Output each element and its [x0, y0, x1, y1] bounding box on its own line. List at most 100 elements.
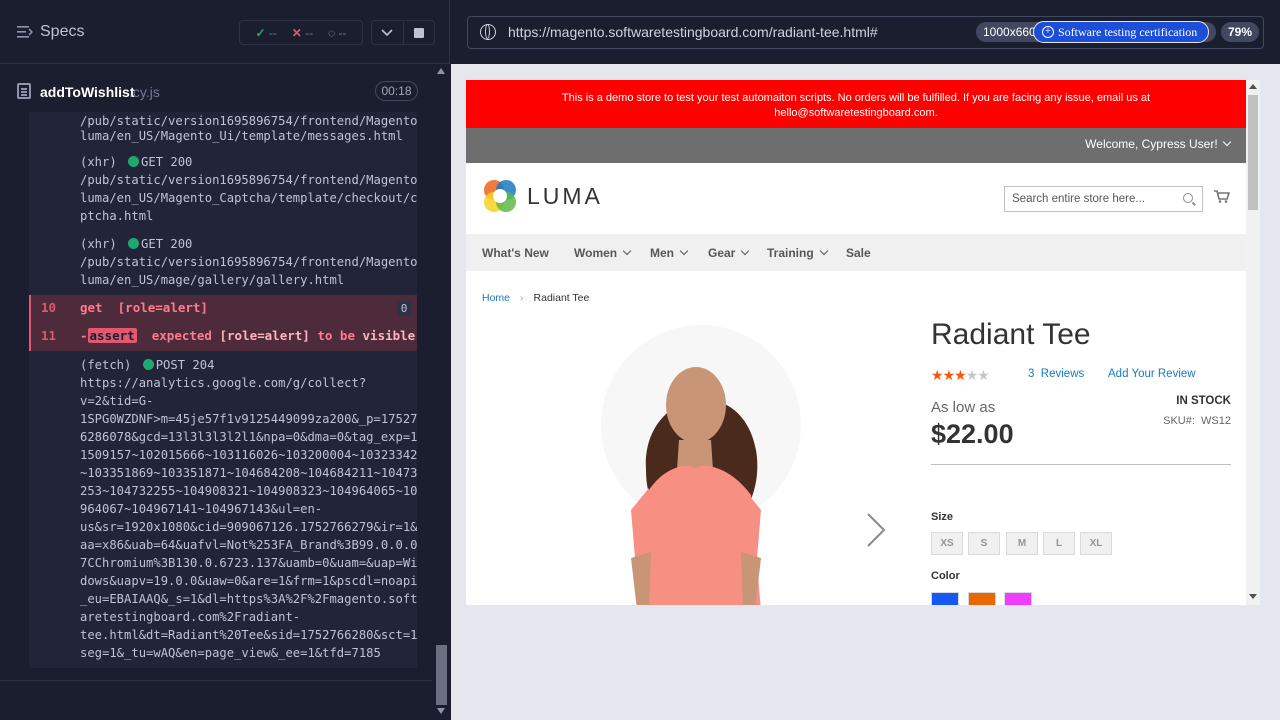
- nav-label: Women: [574, 246, 618, 260]
- star-empty-icon: ★: [977, 367, 990, 383]
- command-number: 11: [41, 328, 57, 343]
- log-scrollbar[interactable]: [433, 64, 450, 720]
- chevron-down-icon: [819, 246, 828, 256]
- color-swatch-purple[interactable]: [1004, 592, 1032, 605]
- xhr-kind: (xhr): [80, 237, 117, 251]
- specs-list-icon[interactable]: [17, 25, 33, 39]
- pending-count: --: [338, 25, 347, 40]
- reviews-link[interactable]: 3 Reviews: [1028, 368, 1084, 380]
- nav-label: Training: [767, 246, 814, 260]
- xhr-header: (xhr) GET 200: [80, 153, 415, 171]
- banner-email[interactable]: hello@softwaretestingboard.com.: [466, 106, 1246, 121]
- specs-title[interactable]: Specs: [40, 23, 84, 41]
- command-assert-failed[interactable]: 11 - assert expected [role=alert] to be v…: [29, 323, 417, 351]
- welcome-menu[interactable]: Welcome, Cypress User!: [1085, 137, 1232, 151]
- scroll-down-icon[interactable]: [437, 708, 445, 714]
- scroll-thumb[interactable]: [1248, 95, 1258, 210]
- file-icon: [17, 83, 31, 99]
- search-input[interactable]: Search entire store here...: [1004, 186, 1203, 212]
- xhr-url: /pub/static/version1695896754/frontend/M…: [80, 255, 417, 269]
- log-line: luma/en_US/Magento_Ui/template/messages.…: [80, 129, 403, 143]
- fetch-url-line: 253~104732255~104908321~104908323~104964…: [80, 484, 417, 498]
- nav-gear[interactable]: Gear: [708, 246, 750, 260]
- specs-header: Specs ✓ -- ✕ -- ◌ --: [0, 0, 450, 64]
- color-swatch-orange[interactable]: [968, 592, 996, 605]
- breadcrumb-current: Radiant Tee: [533, 292, 590, 304]
- fetch-header: (fetch) POST 204: [80, 356, 415, 374]
- fetch-kind: (fetch): [80, 358, 132, 372]
- fetch-url-line: aretestingboard.com%2Fradiant-: [80, 610, 301, 624]
- scroll-thumb[interactable]: [436, 645, 447, 705]
- url-text[interactable]: https://magento.softwaretestingboard.com…: [508, 24, 878, 40]
- fetch-url-line: v=2&tid=G-: [80, 394, 154, 408]
- scroll-up-icon[interactable]: [437, 68, 445, 74]
- add-review-link[interactable]: Add Your Review: [1108, 368, 1196, 380]
- certification-label: Software testing certification: [1058, 25, 1198, 39]
- luma-logo-text[interactable]: LUMA: [527, 183, 603, 210]
- fetch-url-line: seg=1&_tu=wAQ&en=page_view&_ee=1&tfd=718…: [80, 646, 381, 660]
- viewport-size[interactable]: 1000x660: [983, 25, 1036, 39]
- spec-name: addToWishlist: [40, 84, 135, 100]
- size-option-l[interactable]: L: [1043, 532, 1075, 555]
- iframe-scrollbar[interactable]: [1246, 80, 1260, 605]
- size-option-xs[interactable]: XS: [931, 532, 963, 555]
- plus-circle-icon: +: [1042, 26, 1054, 38]
- assert-selector: [role=alert]: [219, 328, 310, 343]
- size-option-m[interactable]: M: [1006, 532, 1038, 555]
- failed-stat: ✕ --: [292, 26, 313, 40]
- fetch-url-line: 964067~104967141~104967143&ul=en-: [80, 502, 323, 516]
- scroll-down-icon[interactable]: [1249, 594, 1257, 599]
- rating-stars: ★★★★★: [931, 367, 990, 384]
- stop-button[interactable]: [404, 21, 435, 44]
- nav-sale[interactable]: Sale: [846, 246, 871, 260]
- fetch-url-line: 1SPG0WZDNF>m=45je57f1v9125449099za200&_p…: [80, 412, 417, 426]
- assert-expected: visible: [362, 328, 416, 343]
- chevron-right-icon[interactable]: [866, 512, 886, 548]
- welcome-bar: Welcome, Cypress User!: [466, 128, 1246, 163]
- chevron-down-icon: [679, 246, 689, 256]
- status-dot-icon: [142, 359, 154, 370]
- command-name: get: [80, 300, 103, 315]
- nav-label: Gear: [708, 246, 736, 260]
- element-count-badge: 0: [397, 301, 411, 316]
- command-log: /pub/static/version1695896754/frontend/M…: [29, 112, 417, 668]
- search-icon[interactable]: [1183, 193, 1193, 203]
- size-option-xl[interactable]: XL: [1080, 532, 1112, 555]
- xhr-method: GET 200: [141, 155, 193, 169]
- chevron-down-icon: [1222, 137, 1232, 147]
- fetch-url-line: 1509157~102015666~103116026~103200004~10…: [80, 448, 417, 462]
- chevron-down-button[interactable]: [372, 21, 404, 44]
- xhr-url: ptcha.html: [80, 209, 154, 223]
- certification-link[interactable]: + Software testing certification: [1033, 21, 1209, 43]
- passed-stat: ✓ --: [255, 26, 276, 40]
- status-dot-icon: [128, 238, 140, 249]
- nav-training[interactable]: Training: [767, 246, 828, 260]
- star-filled-icon: ★: [954, 367, 967, 383]
- breadcrumb-home[interactable]: Home: [482, 292, 510, 304]
- spec-file-row[interactable]: addToWishlist .cy.js 00:18: [0, 75, 432, 111]
- runner-controls: [371, 20, 435, 45]
- nav-women[interactable]: Women: [574, 246, 632, 260]
- command-body: - assert expected [role=alert] to be visi…: [80, 328, 415, 343]
- spec-duration: 00:18: [375, 81, 418, 101]
- command-get-failed[interactable]: 10 get [role=alert] 0: [29, 295, 417, 323]
- sku-label: SKU#:: [1163, 415, 1195, 427]
- size-option-s[interactable]: S: [968, 532, 1000, 555]
- product-title: Radiant Tee: [931, 318, 1091, 351]
- welcome-label: Welcome, Cypress User!: [1085, 137, 1218, 151]
- fetch-url-line: dows&uapv=19.0.0&uaw=0&are=1&frm=1&pscdl…: [80, 574, 417, 588]
- breadcrumb-separator-icon: ›: [520, 292, 524, 304]
- reviews-label: Reviews: [1040, 368, 1085, 380]
- xhr-header: (xhr) GET 200: [80, 235, 415, 253]
- cart-icon[interactable]: [1214, 190, 1230, 203]
- color-swatch-blue[interactable]: [931, 592, 959, 605]
- assert-dash: -: [80, 328, 88, 343]
- product-image[interactable]: [591, 320, 811, 605]
- scroll-up-icon[interactable]: [1249, 84, 1257, 89]
- luma-logo-icon[interactable]: [482, 178, 518, 214]
- command-number: 10: [41, 300, 57, 315]
- reporter-panel: Specs ✓ -- ✕ -- ◌ -- addToWishlist .cy.j…: [0, 0, 450, 720]
- nav-men[interactable]: Men: [650, 246, 689, 260]
- chevron-down-icon: [741, 246, 750, 256]
- nav-whats-new[interactable]: What's New: [482, 246, 549, 260]
